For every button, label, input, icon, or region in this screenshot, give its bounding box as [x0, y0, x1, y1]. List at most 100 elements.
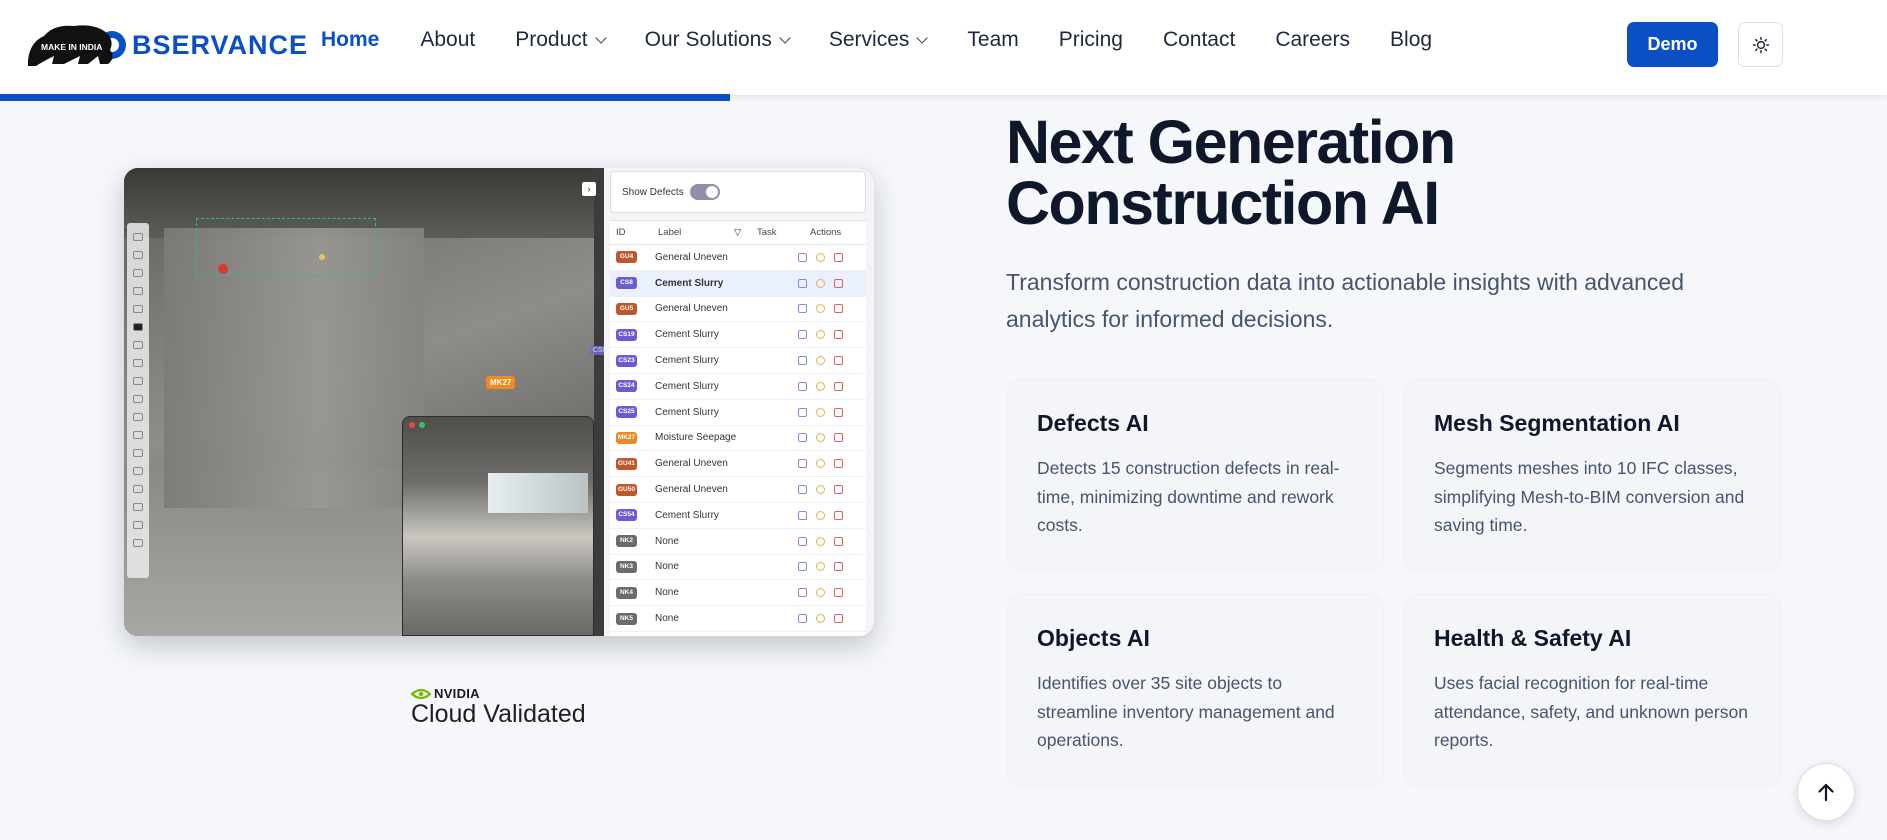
visibility-icon	[816, 304, 825, 314]
table-row: GU5 General Uneven	[610, 297, 866, 323]
demo-button[interactable]: Demo	[1627, 22, 1718, 67]
delete-icon	[834, 356, 843, 366]
nav-team[interactable]: Team	[967, 28, 1018, 52]
visibility-icon	[816, 433, 825, 443]
filter-icon: ▽	[734, 227, 742, 238]
delete-icon	[834, 381, 843, 391]
feature-card-health-safety[interactable]: Health & Safety AI Uses facial recogniti…	[1404, 594, 1781, 787]
arrow-up-icon	[1818, 783, 1834, 802]
defect-marker-tag: MK27	[486, 376, 516, 389]
row-actions	[798, 304, 843, 314]
collapse-panel-icon: ›	[582, 182, 596, 196]
nav-services[interactable]: Services	[829, 28, 929, 52]
nav-product[interactable]: Product	[515, 28, 607, 52]
feature-card-defects[interactable]: Defects AI Detects 15 construction defec…	[1007, 379, 1384, 572]
view-3d-icon	[798, 588, 807, 598]
view-3d-icon	[798, 304, 807, 314]
visibility-icon	[816, 407, 825, 417]
delete-icon	[834, 510, 843, 520]
nav-contact-label: Contact	[1162, 28, 1236, 51]
view-3d-icon	[798, 433, 807, 443]
hero-subtitle: Transform construction data into actiona…	[1006, 269, 1685, 332]
table-row: CS23 Cement Slurry	[610, 348, 866, 374]
view-3d-icon	[798, 485, 807, 495]
nav-blog-label: Blog	[1390, 28, 1433, 51]
sun-icon	[1752, 36, 1769, 53]
hero-title-line2: Construction AI	[1006, 169, 1440, 237]
defect-label: Cement Slurry	[655, 355, 719, 367]
table-row: CS25 Cement Slurry	[610, 400, 866, 426]
feature-card-title: Mesh Segmentation AI	[1434, 410, 1680, 436]
make-in-india-lion-icon: MAKE IN INDIA	[24, 20, 130, 70]
view-3d-icon	[798, 614, 807, 624]
defect-id-badge: GU5	[616, 302, 637, 315]
svg-text:MAKE IN INDIA: MAKE IN INDIA	[41, 42, 102, 52]
table-row: GU41 General Uneven	[610, 451, 866, 478]
table-row: MK27 Moisture Seepage	[610, 426, 866, 452]
defect-label: None	[655, 535, 679, 547]
hero-title-line1: Next Generation	[1006, 108, 1456, 176]
feature-card-mesh-segmentation[interactable]: Mesh Segmentation AI Segments meshes int…	[1404, 379, 1781, 572]
cloud-validated-text: Cloud Validated	[411, 700, 586, 728]
view-3d-icon	[798, 407, 807, 417]
defect-id-badge: GU4	[616, 251, 637, 264]
delete-icon	[834, 485, 843, 495]
row-actions	[798, 433, 843, 443]
visibility-icon	[816, 459, 825, 469]
theme-toggle-button[interactable]	[1738, 22, 1783, 67]
defect-label: General Uneven	[655, 458, 728, 470]
defect-id-badge: NK3	[616, 560, 637, 573]
nav-pricing-label: Pricing	[1058, 28, 1123, 51]
defect-id-badge: CS23	[616, 354, 637, 367]
table-row: GU50 General Uneven	[610, 477, 866, 503]
visibility-icon	[816, 356, 825, 366]
nav-home-label: Home	[321, 28, 380, 51]
defect-label: None	[655, 561, 679, 573]
brand-logo[interactable]: MAKE IN INDIA BSERVANCE	[24, 20, 308, 70]
table-row: CS24 Cement Slurry	[610, 374, 866, 400]
defect-label: None	[655, 587, 679, 599]
nav-product-label: Product	[515, 28, 588, 51]
nav-our-solutions[interactable]: Our Solutions	[645, 28, 791, 52]
chevron-down-icon	[594, 32, 607, 44]
defect-label: Cement Slurry	[655, 406, 719, 418]
feature-card-title: Health & Safety AI	[1434, 625, 1632, 651]
scroll-to-top-button[interactable]	[1797, 763, 1855, 821]
show-defects-toggle	[689, 184, 720, 200]
row-actions	[798, 614, 843, 624]
delete-icon	[834, 278, 843, 288]
view-3d-icon	[798, 536, 807, 546]
nvidia-eye-icon	[411, 688, 431, 699]
defect-id-badge: NK4	[616, 586, 637, 599]
table-row: CS19 Cement Slurry	[610, 322, 866, 349]
nav-about[interactable]: About	[420, 28, 475, 52]
chevron-down-icon	[779, 32, 791, 44]
defect-label: Cement Slurry	[655, 380, 719, 392]
defect-label: General Uneven	[655, 251, 728, 263]
nav-home[interactable]: Home	[321, 28, 379, 52]
defect-id-badge: CS54	[616, 509, 637, 522]
defect-id-badge: GU50	[616, 483, 637, 496]
delete-icon	[834, 252, 843, 262]
row-actions	[798, 562, 843, 572]
delete-icon	[834, 433, 843, 443]
nav-contact[interactable]: Contact	[1163, 28, 1235, 52]
feature-card-desc: Identifies over 35 site objects to strea…	[1037, 673, 1335, 750]
site-header: MAKE IN INDIA BSERVANCE Home About Produ…	[0, 0, 1887, 101]
delete-icon	[834, 536, 843, 546]
visibility-icon	[816, 536, 825, 546]
feature-card-title: Objects AI	[1037, 625, 1150, 651]
row-actions	[798, 356, 843, 366]
table-row: CS54 Cement Slurry	[610, 503, 866, 529]
visibility-icon	[816, 588, 825, 598]
scroll-progress-bar	[0, 94, 1887, 101]
feature-card-objects[interactable]: Objects AI Identifies over 35 site objec…	[1007, 594, 1384, 787]
nav-careers[interactable]: Careers	[1275, 28, 1350, 52]
view-3d-icon	[798, 562, 807, 572]
nav-blog[interactable]: Blog	[1390, 28, 1432, 52]
nav-pricing[interactable]: Pricing	[1059, 28, 1123, 52]
defect-id-badge: CS25	[616, 406, 637, 419]
table-row: GU4 General Uneven	[610, 245, 866, 271]
product-screenshot: MK27 › CS8 Show Defects ID Label ▽ Task …	[124, 168, 874, 636]
view-3d-icon	[798, 510, 807, 520]
